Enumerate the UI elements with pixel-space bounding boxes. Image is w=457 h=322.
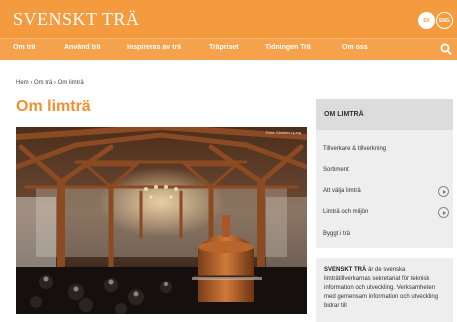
sidebar-item-label: Limträ och miljön [323, 209, 369, 215]
sidebar-header: OM LIMTRÄ [316, 99, 453, 130]
sidebar-item-limtra-och-miljon[interactable]: Limträ och miljön [323, 207, 449, 221]
nav-item-anvand-tra[interactable]: Använd trä [64, 44, 101, 51]
photo-credit: Foto: Christer Ljung [265, 130, 301, 135]
main-nav: Om trä Använd trä Inspireras av trä Träp… [0, 38, 457, 60]
sidebar-item-att-valja-limtra[interactable]: Att välja limträ [323, 186, 449, 200]
nav-item-inspireras[interactable]: Inspireras av trä [127, 44, 181, 51]
info-body: är de svenska limträtillverkarnas sekret… [324, 267, 439, 309]
sidebar-item-label: Sortiment [323, 167, 349, 173]
page-title: Om limträ [16, 98, 91, 115]
top-bar: SVENSKT TRÄ SV ENG [0, 0, 457, 38]
nav-item-tidningen-tra[interactable]: Tidningen Trä [265, 44, 311, 51]
info-lead: SVENSKT TRÄ [324, 267, 367, 273]
sidebar-item-label: Byggt i trä [323, 231, 351, 237]
expand-arrow-icon[interactable] [438, 186, 449, 197]
nav-item-trapriset[interactable]: Träpriset [209, 44, 239, 51]
search-icon[interactable] [440, 43, 452, 56]
sidebar-item-sortiment[interactable]: Sortiment [323, 165, 449, 179]
hero-image: Foto: Christer Ljung [16, 127, 307, 314]
expand-arrow-icon[interactable] [438, 207, 449, 218]
hall-interior-photo [16, 127, 307, 314]
breadcrumb[interactable]: Hem › Om trä › Om limträ [16, 80, 84, 86]
sidebar-title: OM LIMTRÄ [324, 111, 364, 118]
info-box: SVENSKT TRÄ är de svenska limträtillverk… [316, 258, 453, 322]
sidebar-menu: OM LIMTRÄ Tillverkare & tillverkning Sor… [316, 99, 453, 248]
sidebar-item-label: Att välja limträ [323, 188, 361, 194]
nav-item-om-tra[interactable]: Om trä [13, 44, 36, 51]
nav-item-om-oss[interactable]: Om oss [342, 44, 368, 51]
sidebar-item-label: Tillverkare & tillverkning [323, 146, 387, 152]
info-text: SVENSKT TRÄ är de svenska limträtillverk… [324, 266, 448, 311]
sidebar-item-byggt-i-tra[interactable]: Byggt i trä [323, 229, 449, 243]
language-sv-button[interactable]: SV [418, 12, 435, 29]
sidebar-item-tillverkare[interactable]: Tillverkare & tillverkning [323, 144, 449, 158]
brand-logo[interactable]: SVENSKT TRÄ [13, 9, 139, 30]
language-eng-button[interactable]: ENG [436, 12, 453, 29]
